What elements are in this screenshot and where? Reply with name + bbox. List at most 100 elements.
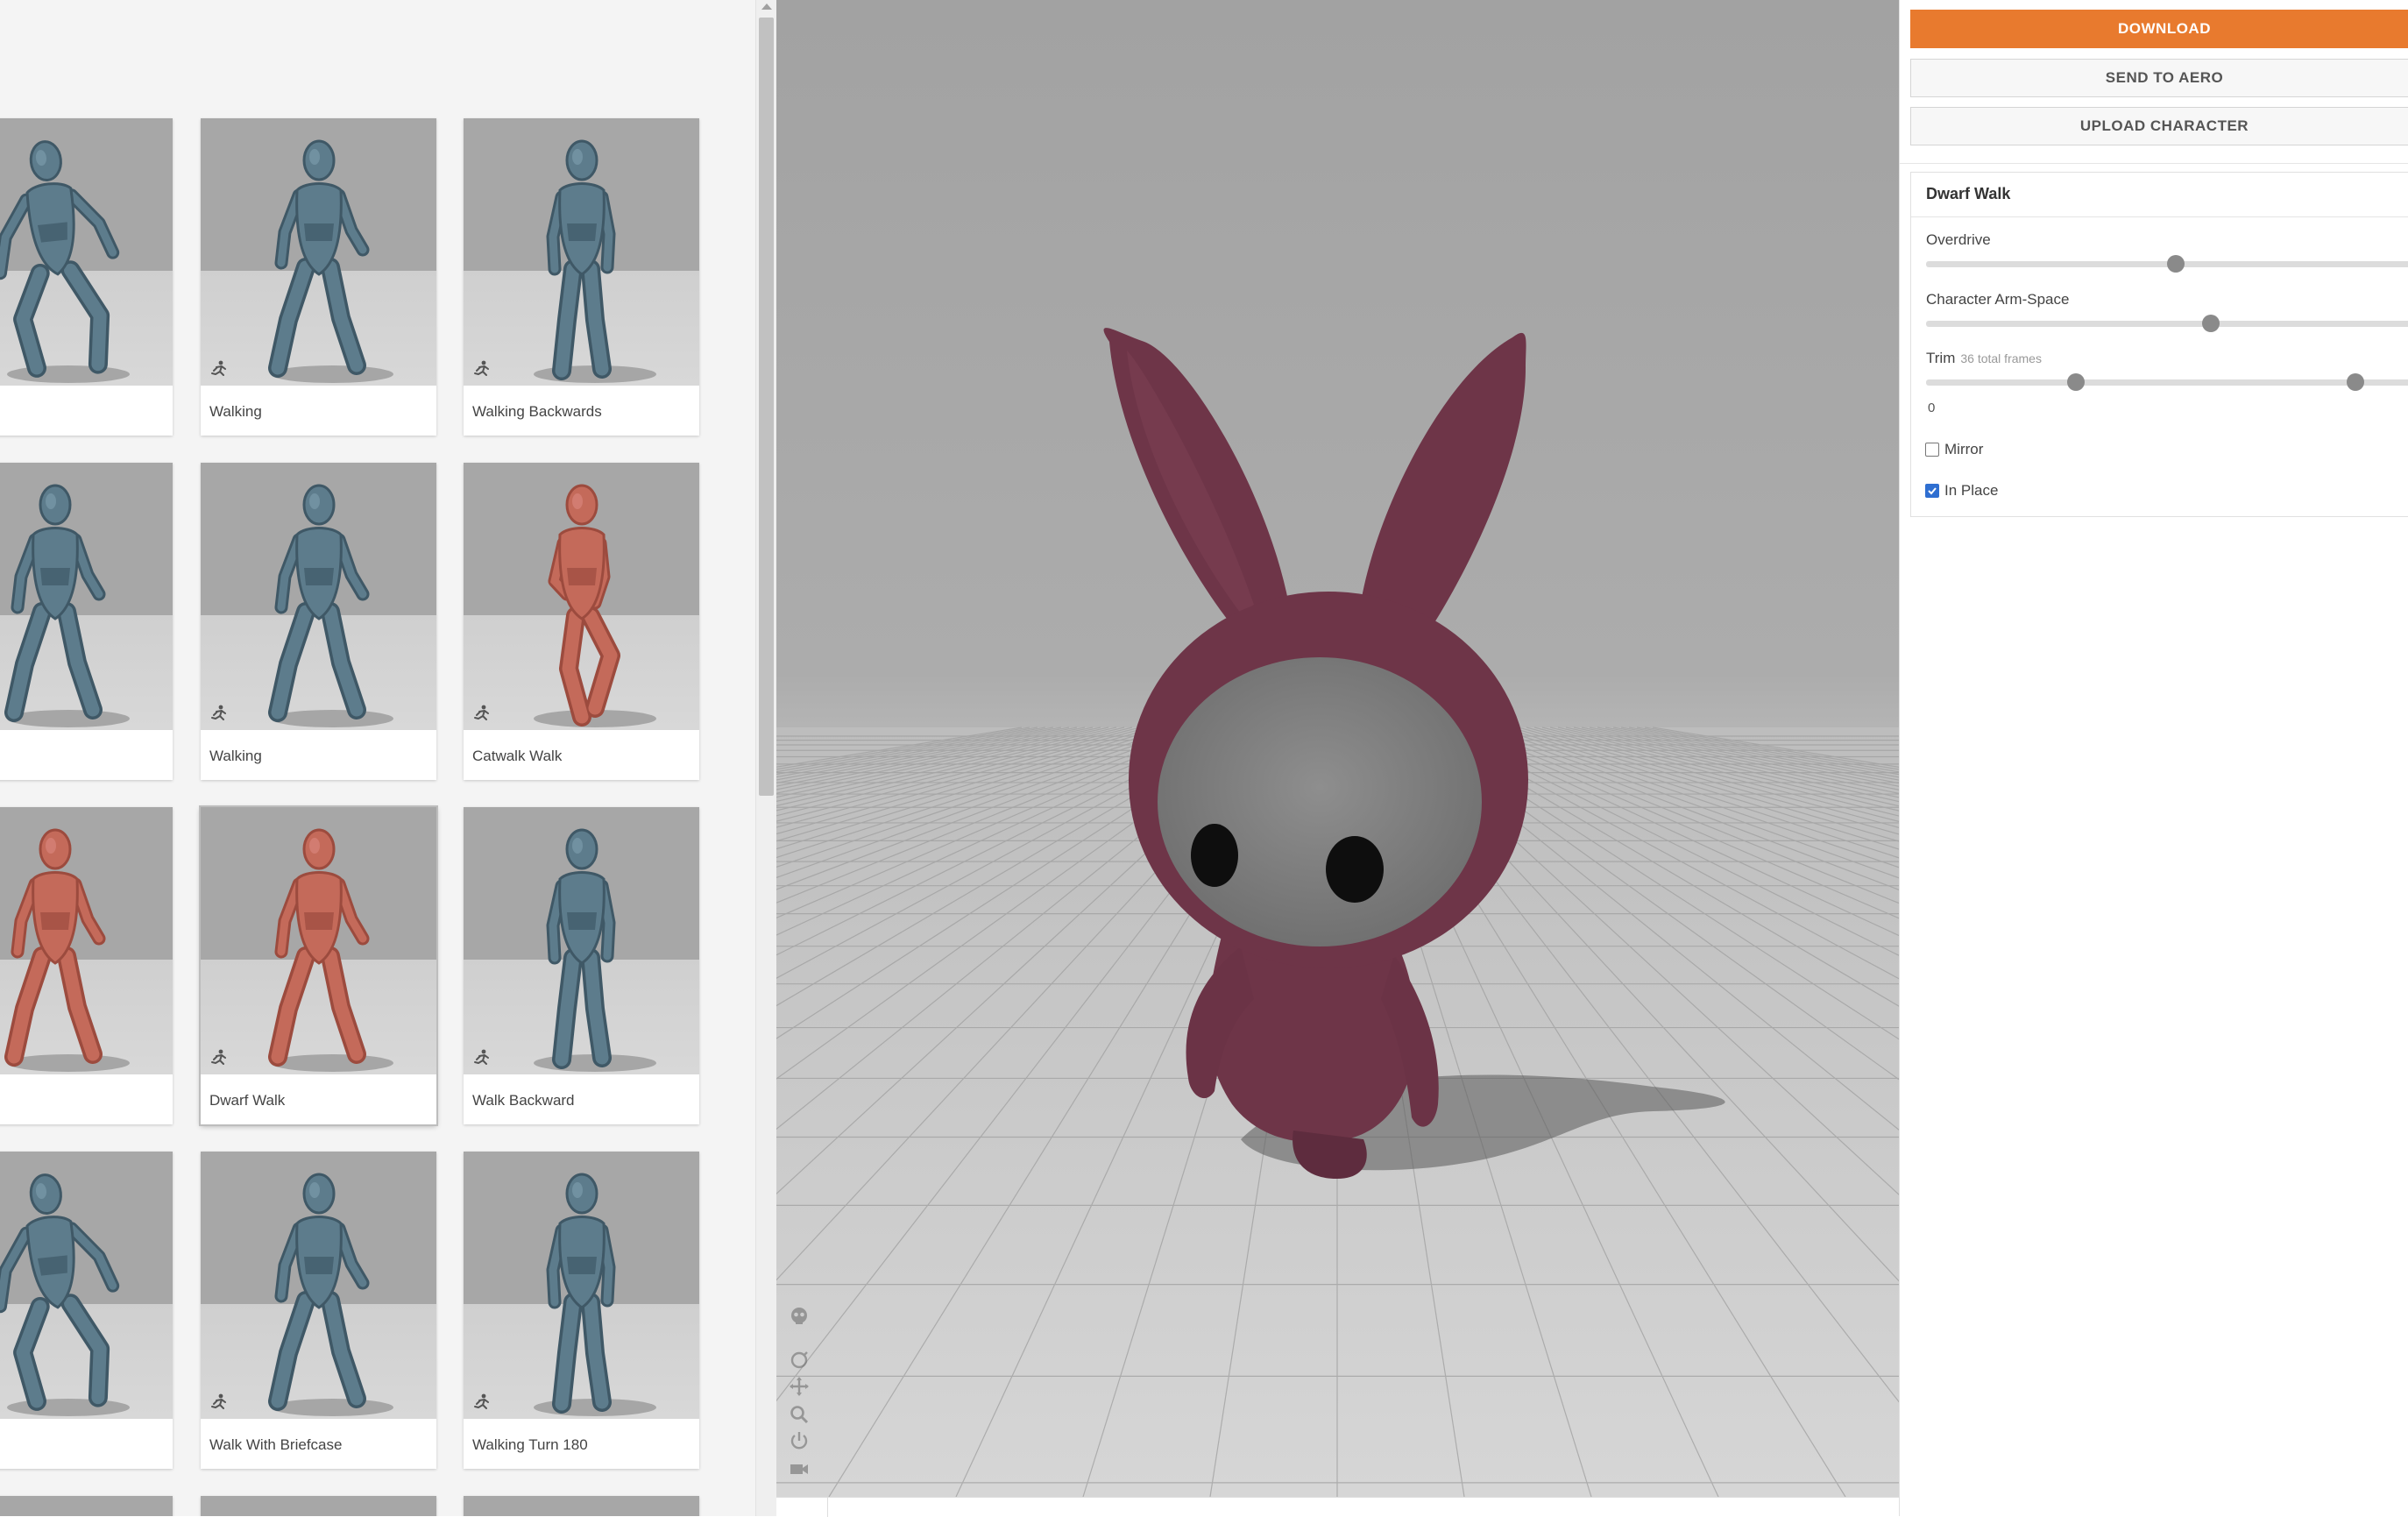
animation-card[interactable]: Walking Turn 180 — [464, 1152, 699, 1469]
arm-space-slider-handle[interactable] — [2201, 315, 2220, 332]
running-man-icon — [474, 705, 489, 720]
animation-thumbnail — [464, 1152, 699, 1419]
zoom-icon[interactable] — [789, 1404, 810, 1425]
character-figure — [0, 140, 130, 383]
character-figure — [4, 828, 130, 1072]
orbit-icon[interactable] — [789, 1350, 810, 1371]
running-man-icon — [211, 705, 226, 720]
animation-thumbnail — [0, 807, 173, 1074]
animation-thumbnail — [0, 463, 173, 730]
animation-card[interactable]: g — [0, 1152, 173, 1469]
power-icon[interactable] — [789, 1430, 810, 1451]
running-man-icon — [211, 1393, 226, 1409]
settings-panel: DOWNLOAD SEND TO AERO UPLOAD CHARACTER D… — [1899, 0, 2408, 1516]
in-place-checkbox-box[interactable] — [1925, 484, 1939, 498]
timeline-bar[interactable] — [776, 1497, 1899, 1517]
character-figure — [268, 1173, 393, 1416]
mirror-checkbox[interactable]: Mirror — [1925, 441, 1983, 458]
running-man-icon — [211, 1049, 226, 1065]
animation-card[interactable] — [201, 1496, 436, 1516]
upload-character-button[interactable]: UPLOAD CHARACTER — [1910, 107, 2408, 145]
character-figure — [268, 828, 393, 1072]
trim-label: Trim 36 total frames — [1926, 350, 2042, 367]
overdrive-slider-handle[interactable] — [2167, 255, 2185, 273]
animation-card[interactable]: Walking Backwards — [464, 118, 699, 436]
scroll-up-arrow-icon[interactable] — [761, 4, 772, 10]
animation-card[interactable]: Walk With Briefcase — [201, 1152, 436, 1469]
download-button[interactable]: DOWNLOAD — [1910, 10, 2408, 48]
animation-thumbnail — [464, 463, 699, 730]
skeleton-icon[interactable] — [789, 1306, 810, 1327]
animation-thumbnail — [201, 118, 436, 386]
character-figure — [0, 1173, 130, 1416]
character-figure — [268, 139, 393, 383]
running-man-icon — [474, 1049, 489, 1065]
animation-thumbnail — [201, 807, 436, 1074]
animation-card[interactable]: lk — [0, 807, 173, 1124]
scrollbar-thumb[interactable] — [759, 18, 774, 796]
animation-title: Dwarf Walk — [1926, 185, 2011, 202]
library-scrollbar[interactable] — [755, 0, 776, 1516]
camera-icon[interactable] — [789, 1458, 810, 1479]
character-figure — [534, 484, 656, 727]
divider — [1911, 216, 2408, 217]
animation-thumbnail — [464, 118, 699, 386]
animation-card-label: Walking — [209, 403, 262, 420]
in-place-label: In Place — [1944, 482, 1999, 499]
arm-space-label: Character Arm-Space — [1926, 291, 2070, 308]
animation-library: ed Walking Walking Walking Backwards g Walki… — [0, 0, 776, 1516]
character-figure — [534, 1173, 656, 1416]
animation-card[interactable] — [464, 1496, 699, 1516]
animation-thumbnail — [464, 807, 699, 1074]
animation-thumbnail — [0, 1496, 173, 1516]
arm-space-slider[interactable] — [1926, 315, 2408, 332]
animation-card[interactable]: Dwarf Walk — [201, 807, 436, 1124]
animation-card[interactable]: Walking — [201, 463, 436, 780]
trim-range-slider[interactable] — [1926, 373, 2408, 391]
trim-start-handle[interactable] — [2067, 373, 2085, 391]
character-figure — [534, 828, 656, 1072]
animation-card[interactable]: Catwalk Walk — [464, 463, 699, 780]
character-figure — [268, 484, 393, 727]
mirror-checkbox-box[interactable] — [1925, 443, 1939, 457]
mirror-label: Mirror — [1944, 441, 1984, 457]
3d-viewport[interactable] — [776, 0, 1899, 1497]
running-man-icon — [474, 360, 489, 376]
running-man-icon — [474, 1393, 489, 1409]
animation-card-label: Walk Backward — [472, 1092, 575, 1109]
animation-card-label: Catwalk Walk — [472, 748, 563, 764]
trim-end-handle[interactable] — [2347, 373, 2365, 391]
in-place-checkbox[interactable]: In Place — [1925, 482, 1998, 500]
animation-thumbnail — [201, 1152, 436, 1419]
animation-card-label: Walking Turn 180 — [472, 1436, 588, 1453]
animation-card-label: Walking — [209, 748, 262, 764]
divider — [1900, 163, 2408, 164]
character-figure — [4, 484, 130, 727]
animation-card[interactable]: ed Walking — [0, 118, 173, 436]
animation-grid: ed Walking Walking Walking Backwards g Walki… — [0, 0, 755, 1516]
running-man-icon — [211, 360, 226, 376]
checkmark-icon — [1928, 487, 1937, 495]
animation-thumbnail — [464, 1496, 699, 1516]
pan-icon[interactable] — [789, 1376, 810, 1397]
animation-card[interactable] — [0, 1496, 173, 1516]
animation-card[interactable]: g — [0, 463, 173, 780]
animation-thumbnail — [201, 463, 436, 730]
character-figure — [534, 139, 656, 383]
animation-thumbnail — [0, 1152, 173, 1419]
viewport-scene — [776, 0, 1899, 1497]
trim-frame-count: 36 total frames — [1960, 351, 2042, 365]
trim-label-text: Trim — [1926, 350, 1956, 366]
animation-card[interactable]: Walking — [201, 118, 436, 436]
animation-card-label: Walking Backwards — [472, 403, 602, 420]
animation-settings-card: Dwarf Walk Overdrive Character Arm-Space… — [1910, 172, 2408, 517]
animation-thumbnail — [0, 118, 173, 386]
overdrive-label: Overdrive — [1926, 231, 1991, 248]
animation-card-label: Dwarf Walk — [209, 1092, 286, 1109]
trim-min-label: 0 — [1928, 401, 1936, 415]
overdrive-slider[interactable] — [1926, 255, 2408, 273]
send-to-aero-button[interactable]: SEND TO AERO — [1910, 59, 2408, 97]
animation-thumbnail — [201, 1496, 436, 1516]
animation-card-label: Walk With Briefcase — [209, 1436, 343, 1453]
animation-card[interactable]: Walk Backward — [464, 807, 699, 1124]
